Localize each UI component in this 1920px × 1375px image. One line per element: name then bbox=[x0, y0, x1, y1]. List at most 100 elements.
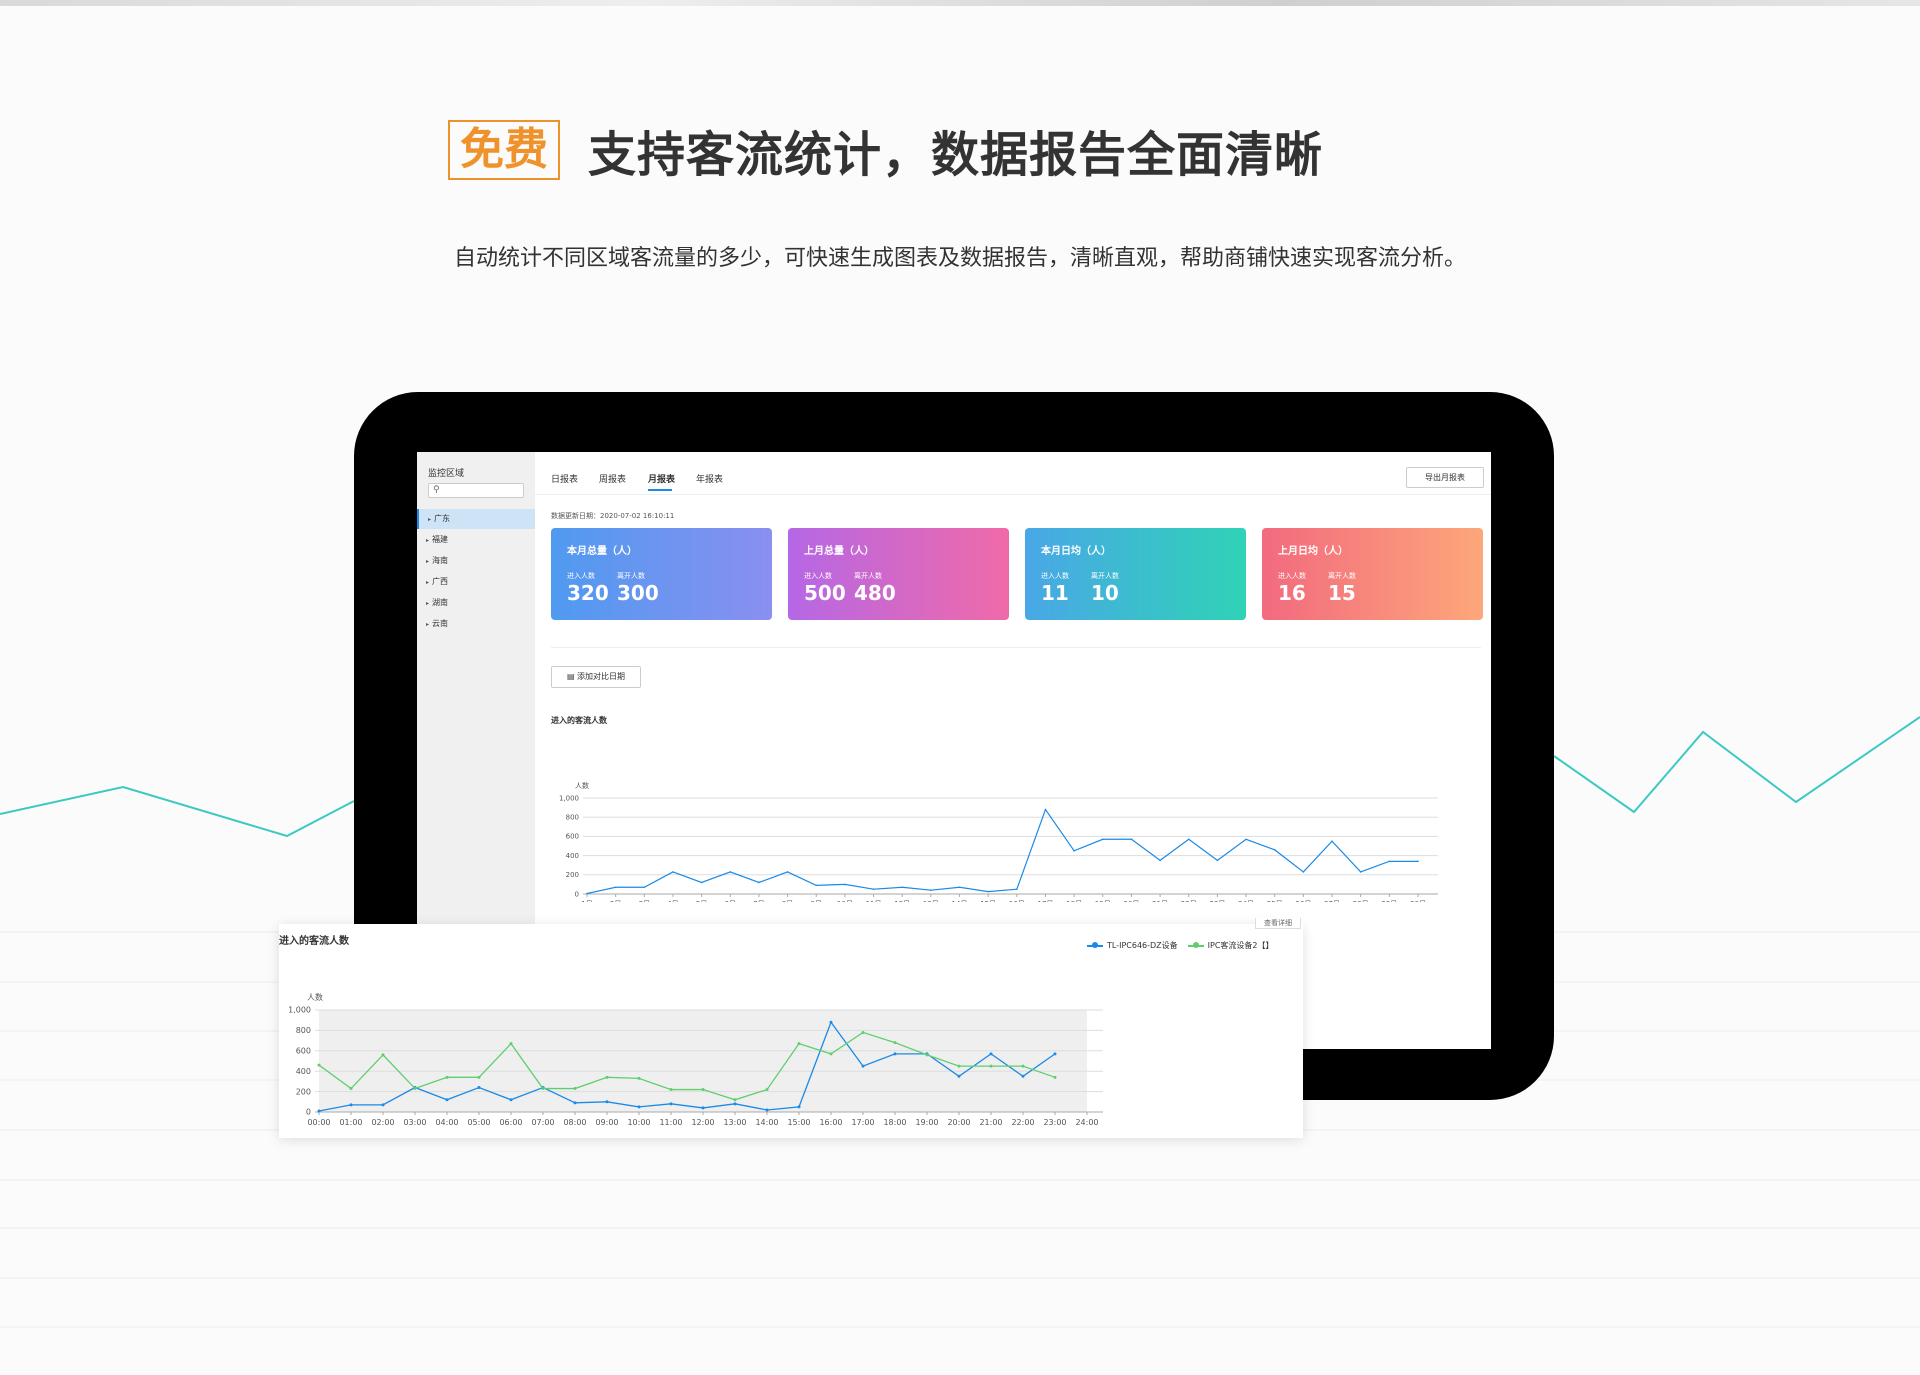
card-in-label: 进入人数 bbox=[567, 572, 595, 580]
calendar-icon: ▤ bbox=[566, 672, 575, 681]
data-point bbox=[758, 881, 760, 884]
card-title: 本月总量（人） bbox=[567, 546, 637, 557]
x-tick-label: 19日 bbox=[1095, 900, 1111, 902]
sidebar-item-label: 福建 bbox=[432, 535, 449, 544]
sidebar-title: 监控区域 bbox=[428, 469, 465, 479]
data-point bbox=[672, 871, 674, 873]
x-tick-label: 13日 bbox=[923, 900, 939, 902]
sidebar-item-label: 广东 bbox=[434, 514, 451, 523]
sidebar-search-input[interactable]: ⚲ bbox=[428, 483, 524, 498]
updated-timestamp: 数据更新日期：2020-07-02 16:10:11 bbox=[551, 512, 675, 520]
data-point bbox=[317, 1063, 321, 1067]
card-in-value: 500 bbox=[804, 581, 846, 605]
x-tick-label: 22日 bbox=[1181, 900, 1197, 902]
card-in-label: 进入人数 bbox=[1041, 572, 1069, 580]
data-point bbox=[987, 890, 989, 893]
data-point bbox=[1044, 808, 1047, 811]
data-point bbox=[1216, 859, 1219, 862]
add-compare-date-button[interactable]: ▤ 添加对比日期 bbox=[551, 666, 641, 688]
data-point bbox=[861, 1030, 865, 1034]
data-point bbox=[1016, 888, 1018, 890]
tab-2[interactable]: 月报表 bbox=[648, 472, 675, 485]
free-badge: 免费 bbox=[448, 120, 560, 180]
card-out-value: 15 bbox=[1328, 581, 1356, 605]
x-tick-label: 8日 bbox=[782, 900, 793, 902]
y-tick-label: 200 bbox=[296, 1087, 311, 1096]
x-tick-label: 11日 bbox=[866, 900, 882, 902]
x-tick-label: 20日 bbox=[1123, 900, 1139, 902]
data-point bbox=[733, 1098, 737, 1102]
data-point bbox=[829, 1052, 833, 1056]
data-point bbox=[614, 886, 617, 889]
data-point bbox=[930, 889, 932, 891]
card-out-label: 离开人数 bbox=[617, 572, 645, 580]
x-tick-label: 02:00 bbox=[371, 1118, 394, 1127]
x-tick-label: 27日 bbox=[1324, 900, 1340, 902]
chevron-right-icon: ▸ bbox=[426, 579, 430, 586]
hourly-chart-panel: 查看详细 进入的客流人数 TL-IPC646-DZ设备 IPC客流设备2【】 人数… bbox=[279, 918, 1303, 1138]
data-point bbox=[1302, 871, 1305, 873]
stat-card: 本月总量（人） 进入人数 离开人数 320 300 bbox=[551, 528, 772, 620]
x-tick-label: 3日 bbox=[639, 900, 650, 902]
sidebar-item[interactable]: ▸ 云南 bbox=[417, 614, 535, 634]
x-tick-label: 9日 bbox=[811, 900, 822, 902]
sidebar-item[interactable]: ▸ 广西 bbox=[417, 572, 535, 592]
data-point bbox=[1021, 1064, 1025, 1068]
card-in-label: 进入人数 bbox=[804, 572, 832, 580]
data-point bbox=[573, 1101, 577, 1105]
data-point bbox=[1130, 838, 1133, 841]
card-in-value: 11 bbox=[1041, 581, 1069, 605]
x-tick-label: 06:00 bbox=[499, 1118, 522, 1127]
add-compare-date-label: 添加对比日期 bbox=[577, 672, 626, 681]
card-in-label: 进入人数 bbox=[1278, 572, 1306, 580]
y-tick-label: 400 bbox=[566, 852, 579, 860]
headline: 免费 支持客流统计，数据报告全面清晰 bbox=[448, 118, 1324, 183]
x-tick-label: 14日 bbox=[952, 900, 968, 902]
x-tick-label: 28日 bbox=[1353, 900, 1369, 902]
data-point bbox=[989, 1052, 993, 1056]
export-report-button[interactable]: 导出月报表 bbox=[1406, 467, 1484, 488]
y-tick-label: 600 bbox=[566, 833, 579, 841]
data-point bbox=[381, 1103, 385, 1107]
x-tick-label: 03:00 bbox=[403, 1118, 426, 1127]
page-title: 支持客流统计，数据报告全面清晰 bbox=[588, 127, 1324, 183]
x-tick-label: 6日 bbox=[725, 900, 736, 902]
tab-3[interactable]: 年报表 bbox=[696, 472, 723, 485]
tab-0[interactable]: 日报表 bbox=[551, 472, 578, 485]
x-tick-label: 29日 bbox=[1381, 900, 1397, 902]
panel-tab[interactable]: 查看详细 bbox=[1255, 918, 1301, 929]
x-tick-label: 17:00 bbox=[851, 1118, 874, 1127]
chevron-right-icon: ▸ bbox=[426, 537, 430, 544]
x-tick-label: 04:00 bbox=[435, 1118, 458, 1127]
x-tick-label: 05:00 bbox=[467, 1118, 490, 1127]
data-point bbox=[477, 1086, 481, 1090]
tab-1[interactable]: 周报表 bbox=[599, 472, 626, 485]
data-point bbox=[413, 1087, 417, 1091]
sidebar-item[interactable]: ▸ 海南 bbox=[417, 551, 535, 571]
card-title: 上月总量（人） bbox=[804, 546, 874, 557]
card-in-value: 320 bbox=[567, 581, 609, 605]
x-tick-label: 15:00 bbox=[787, 1118, 810, 1127]
sidebar-item[interactable]: ▸ 福建 bbox=[417, 530, 535, 550]
data-point bbox=[1073, 850, 1075, 852]
data-point bbox=[901, 886, 904, 889]
sidebar-item-label: 云南 bbox=[432, 619, 449, 628]
series-line-0 bbox=[586, 808, 1418, 895]
x-tick-label: 01:00 bbox=[339, 1118, 362, 1127]
data-point bbox=[815, 884, 818, 887]
x-tick-label: 21:00 bbox=[979, 1118, 1002, 1127]
y-tick-label: 0 bbox=[575, 890, 579, 898]
sidebar-item[interactable]: ▸ 湖南 bbox=[417, 593, 535, 613]
data-point bbox=[637, 1105, 641, 1109]
x-tick-label: 12日 bbox=[894, 900, 910, 902]
hourly-entry-chart: 人数 0 200 400 600 800 1,000 00:00 01:00 02:00 03:00… bbox=[288, 992, 1103, 1127]
sidebar-item[interactable]: ▸ 广东 bbox=[417, 509, 535, 529]
page-subtitle: 自动统计不同区域客流量的多少，可快速生成图表及数据报告，清晰直观，帮助商铺快速实… bbox=[453, 246, 1466, 271]
data-point bbox=[477, 1075, 481, 1079]
card-in-value: 16 bbox=[1278, 581, 1306, 605]
x-tick-label: 21日 bbox=[1152, 900, 1168, 902]
stat-card: 本月日均（人） 进入人数 离开人数 11 10 bbox=[1025, 528, 1246, 620]
bg-zigzag-right bbox=[1553, 716, 1920, 814]
x-tick-label: 07:00 bbox=[531, 1118, 554, 1127]
plot-area bbox=[319, 1010, 1087, 1112]
